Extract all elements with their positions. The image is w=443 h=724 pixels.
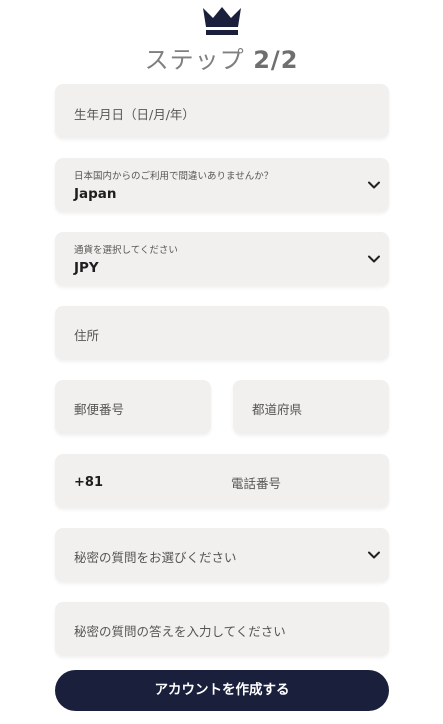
residence-label: 日本国内からのご利用で間違いありませんか？ xyxy=(74,171,274,182)
birthdate-input[interactable]: 生年月日（日/月/年） xyxy=(55,84,389,138)
residence-select[interactable]: 日本国内からのご利用で間違いありませんか？ Japan xyxy=(55,158,389,212)
chevron-down-icon xyxy=(368,551,380,559)
address-placeholder: 住所 xyxy=(74,328,100,343)
currency-select[interactable]: 通貨を選択してください JPY xyxy=(55,232,389,286)
postal-placeholder: 郵便番号 xyxy=(74,402,125,417)
residence-value: Japan xyxy=(74,186,117,202)
secret-question-select[interactable]: 秘密の質問をお選びください xyxy=(55,528,389,582)
step-title: ステップ 2/2 xyxy=(0,40,443,75)
birthdate-placeholder: 生年月日（日/月/年） xyxy=(74,107,195,122)
prefecture-input[interactable]: 都道府県 xyxy=(233,380,389,434)
crown-icon xyxy=(203,7,241,35)
secret-question-placeholder: 秘密の質問をお選びください xyxy=(74,550,237,565)
address-input[interactable]: 住所 xyxy=(55,306,389,360)
chevron-down-icon xyxy=(368,181,380,189)
create-account-button[interactable]: アカウントを作成する xyxy=(55,670,389,711)
postal-code-input[interactable]: 郵便番号 xyxy=(55,380,211,434)
secret-answer-input[interactable]: 秘密の質問の答えを入力してください xyxy=(55,602,389,656)
prefecture-placeholder: 都道府県 xyxy=(252,402,303,417)
step-label: ステップ xyxy=(144,46,245,74)
step-number: 2/2 xyxy=(253,46,299,74)
phone-input[interactable]: +81 電話番号 xyxy=(55,454,389,508)
currency-label: 通貨を選択してください xyxy=(74,245,178,256)
chevron-down-icon xyxy=(368,255,380,263)
phone-prefix: +81 xyxy=(74,475,103,490)
currency-value: JPY xyxy=(74,260,99,276)
secret-answer-placeholder: 秘密の質問の答えを入力してください xyxy=(74,624,286,639)
phone-placeholder: 電話番号 xyxy=(231,476,282,491)
registration-step-page: ステップ 2/2 生年月日（日/月/年） 日本国内からのご利用で間違いありません… xyxy=(0,0,443,724)
